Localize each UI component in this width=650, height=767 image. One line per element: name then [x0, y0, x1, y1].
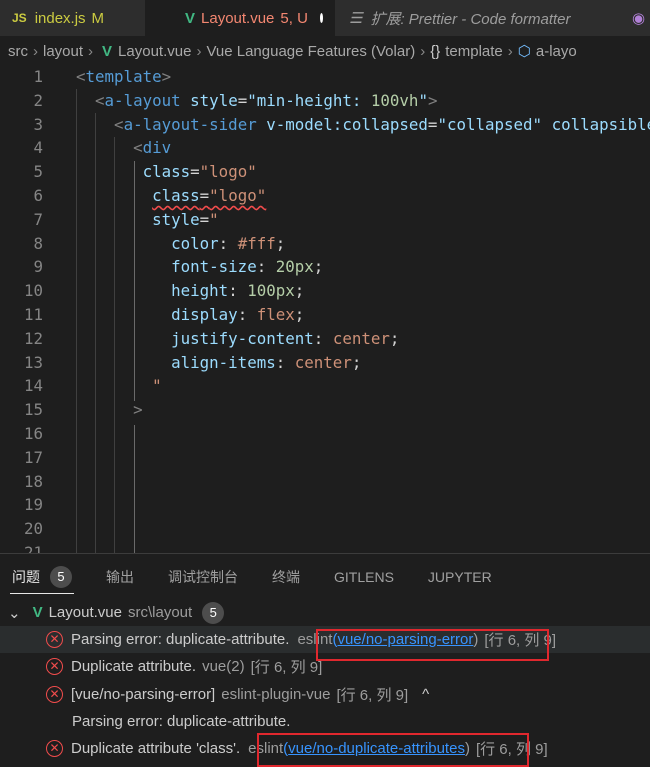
line-number: 3	[33, 114, 43, 134]
panel-tab[interactable]: 问题 5	[10, 554, 74, 600]
code-text: <a-layout style="min-height: 100vh">	[95, 90, 438, 110]
problem-message: Duplicate attribute.	[71, 658, 197, 676]
breadcrumb-item[interactable]: Vue Language Features (Volar)	[206, 43, 415, 60]
line-number: 10	[23, 281, 43, 301]
chevron-up-icon[interactable]: ^	[422, 686, 429, 703]
highlight-box	[316, 629, 549, 661]
line-number: 16	[23, 424, 43, 443]
code-text: <template>	[76, 67, 172, 86]
code-text: font-size: 20px;	[171, 257, 324, 277]
code-text: color: #fff;	[171, 233, 286, 253]
tab-label: 扩展: Prettier - Code formatter	[370, 10, 571, 28]
braces-icon: {}	[430, 42, 441, 60]
code-text: align-items: center;	[171, 352, 362, 372]
code-text: "	[152, 376, 162, 396]
line-number: 5	[33, 162, 43, 182]
highlight-box	[257, 733, 529, 767]
breadcrumb-item[interactable]: template	[445, 43, 503, 60]
line-number: 20	[23, 519, 43, 539]
error-icon: ✕	[46, 658, 63, 676]
breadcrumb-item[interactable]: a-layo	[536, 43, 577, 60]
code-text: <div	[133, 138, 172, 158]
line-number: 2	[33, 90, 43, 110]
panel-tab[interactable]: 终端	[272, 554, 300, 600]
breadcrumb-item[interactable]: src	[8, 43, 28, 60]
problem-count-badge: 5	[202, 601, 225, 624]
breadcrumb-item[interactable]: Layout.vue	[118, 43, 191, 60]
problem-message: [vue/no-parsing-error]	[71, 685, 216, 703]
error-icon: ✕	[46, 685, 63, 703]
panel-tab[interactable]: GITLENS	[334, 554, 394, 600]
code-text: height: 100px;	[171, 281, 305, 301]
vue-file-icon: V	[102, 42, 113, 60]
code-text: >	[133, 400, 143, 420]
line-number: 17	[23, 447, 43, 467]
line-number: 4	[33, 138, 43, 158]
file-name: Layout.vue	[48, 604, 122, 621]
line-number: 1	[33, 67, 43, 86]
line-number: 12	[23, 328, 43, 348]
code-text: <a-layout-sider v-model:collapsed="colla…	[114, 114, 650, 134]
chevron-down-icon[interactable]: ⌄	[8, 604, 21, 622]
problem-item[interactable]: ✕ [vue/no-parsing-error] eslint-plugin-vue…	[0, 681, 650, 708]
panel-tabs: 问题 5 输出 调试控制台 终端 GITLENS JUPYTER	[0, 554, 650, 600]
error-icon: ✕	[46, 631, 63, 648]
tab-more[interactable]: ◉	[620, 0, 650, 36]
code-editor[interactable]: 1 <template> 2 <a-layout style="min-height…	[0, 65, 650, 553]
line-number: 21	[23, 543, 43, 553]
code-text: class="logo"	[152, 186, 267, 205]
line-number: 15	[23, 400, 43, 420]
code-text: display: flex;	[171, 305, 305, 324]
problem-count-badge: 5	[50, 566, 72, 588]
problem-source: eslint-plugin-vue	[221, 685, 331, 703]
line-number: 7	[33, 209, 43, 229]
tab-prettier-extension[interactable]: ☰ 扩展: Prettier - Code formatter	[335, 0, 620, 36]
tab-index-js[interactable]: JS index.js M	[0, 0, 145, 36]
preview-icon: ☰	[349, 10, 363, 27]
editor-tabs: JS index.js M V Layout.vue 5, U ☰ 扩展: Pr…	[0, 0, 650, 36]
tab-label: Layout.vue	[201, 9, 275, 27]
code-text: style="	[152, 209, 219, 229]
unsaved-dot-icon[interactable]	[319, 13, 323, 23]
vue-file-icon: V	[32, 604, 43, 621]
file-path: src\layout	[127, 604, 193, 621]
breadcrumb: src › layout › V Layout.vue › Vue Language …	[8, 42, 577, 61]
line-number: 14	[23, 376, 43, 396]
line-number: 9	[33, 257, 43, 277]
problems-file-row[interactable]: ⌄ V Layout.vue src\layout 5	[0, 599, 650, 626]
tab-status: 5, U	[280, 9, 308, 27]
code-text: class="logo"	[142, 162, 257, 182]
tab-layout-vue[interactable]: V Layout.vue 5, U	[145, 0, 335, 36]
error-icon: ✕	[46, 740, 63, 758]
code-text: justify-content: center;	[171, 328, 400, 348]
line-number: 8	[33, 233, 43, 253]
indent-guide	[134, 425, 135, 553]
line-number: 11	[23, 305, 43, 324]
line-number: 19	[23, 495, 43, 515]
line-number: 6	[33, 186, 43, 205]
panel-tab[interactable]: JUPYTER	[428, 554, 492, 600]
tab-status: M	[91, 9, 105, 27]
panel-tab[interactable]: 输出	[106, 554, 134, 600]
breadcrumb-item[interactable]: layout	[43, 43, 83, 60]
problem-location: [行 6, 列 9]	[336, 686, 409, 704]
panel-tab[interactable]: 调试控制台	[168, 554, 238, 600]
line-number: 13	[23, 352, 43, 372]
problem-message: Parsing error: duplicate-attribute.	[71, 631, 290, 648]
problem-detail: Parsing error: duplicate-attribute.	[72, 712, 291, 730]
line-number: 18	[23, 471, 43, 491]
problem-location: [行 6, 列 9]	[250, 659, 323, 677]
js-file-icon: JS	[12, 11, 27, 25]
problem-message: Duplicate attribute 'class'.	[71, 740, 241, 758]
vue-file-icon: V	[185, 9, 196, 27]
cube-icon: ⬡	[517, 43, 531, 60]
problems-panel: 问题 5 输出 调试控制台 终端 GITLENS JUPYTER ⌄ V Layout.vu…	[0, 553, 650, 767]
problem-source: vue(2)	[202, 658, 245, 676]
tab-label: index.js	[34, 9, 86, 27]
